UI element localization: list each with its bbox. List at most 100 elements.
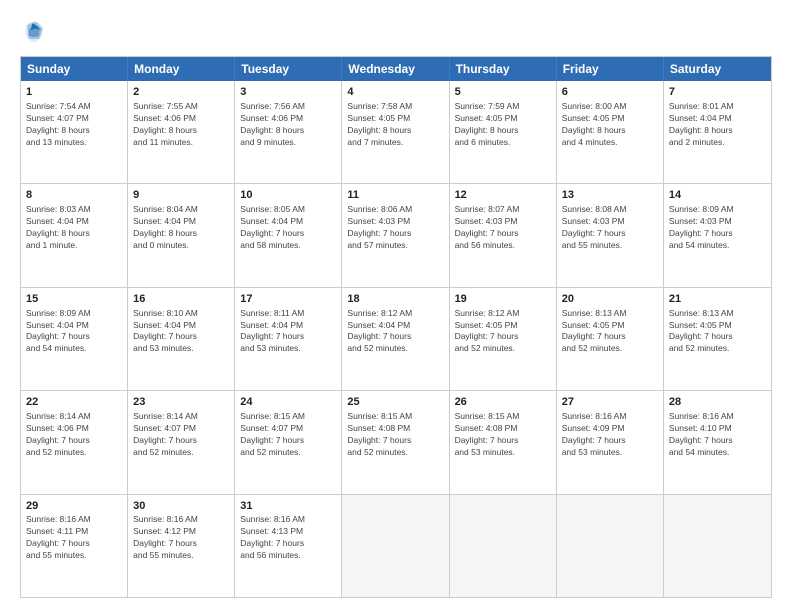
day-info-27: Sunrise: 8:16 AM Sunset: 4:09 PM Dayligh… (562, 411, 658, 459)
calendar-day-18: 18Sunrise: 8:12 AM Sunset: 4:04 PM Dayli… (342, 288, 449, 390)
day-info-21: Sunrise: 8:13 AM Sunset: 4:05 PM Dayligh… (669, 308, 766, 356)
day-info-30: Sunrise: 8:16 AM Sunset: 4:12 PM Dayligh… (133, 514, 229, 562)
day-number-23: 23 (133, 395, 229, 410)
calendar-day-empty (450, 495, 557, 597)
calendar-week-1: 1Sunrise: 7:54 AM Sunset: 4:07 PM Daylig… (21, 81, 771, 183)
day-number-15: 15 (26, 292, 122, 307)
day-info-17: Sunrise: 8:11 AM Sunset: 4:04 PM Dayligh… (240, 308, 336, 356)
day-number-1: 1 (26, 85, 122, 100)
day-info-10: Sunrise: 8:05 AM Sunset: 4:04 PM Dayligh… (240, 204, 336, 252)
calendar-day-30: 30Sunrise: 8:16 AM Sunset: 4:12 PM Dayli… (128, 495, 235, 597)
calendar-day-9: 9Sunrise: 8:04 AM Sunset: 4:04 PM Daylig… (128, 184, 235, 286)
logo-icon (20, 18, 48, 46)
day-info-3: Sunrise: 7:56 AM Sunset: 4:06 PM Dayligh… (240, 101, 336, 149)
calendar-day-13: 13Sunrise: 8:08 AM Sunset: 4:03 PM Dayli… (557, 184, 664, 286)
calendar-day-8: 8Sunrise: 8:03 AM Sunset: 4:04 PM Daylig… (21, 184, 128, 286)
day-info-25: Sunrise: 8:15 AM Sunset: 4:08 PM Dayligh… (347, 411, 443, 459)
day-number-17: 17 (240, 292, 336, 307)
day-info-22: Sunrise: 8:14 AM Sunset: 4:06 PM Dayligh… (26, 411, 122, 459)
day-info-29: Sunrise: 8:16 AM Sunset: 4:11 PM Dayligh… (26, 514, 122, 562)
calendar-day-28: 28Sunrise: 8:16 AM Sunset: 4:10 PM Dayli… (664, 391, 771, 493)
day-info-6: Sunrise: 8:00 AM Sunset: 4:05 PM Dayligh… (562, 101, 658, 149)
calendar-day-24: 24Sunrise: 8:15 AM Sunset: 4:07 PM Dayli… (235, 391, 342, 493)
header (20, 18, 772, 46)
day-number-30: 30 (133, 499, 229, 514)
calendar-day-3: 3Sunrise: 7:56 AM Sunset: 4:06 PM Daylig… (235, 81, 342, 183)
calendar-day-17: 17Sunrise: 8:11 AM Sunset: 4:04 PM Dayli… (235, 288, 342, 390)
calendar-day-empty (557, 495, 664, 597)
page: Sunday Monday Tuesday Wednesday Thursday… (0, 0, 792, 612)
day-info-15: Sunrise: 8:09 AM Sunset: 4:04 PM Dayligh… (26, 308, 122, 356)
day-number-26: 26 (455, 395, 551, 410)
day-number-19: 19 (455, 292, 551, 307)
calendar-day-1: 1Sunrise: 7:54 AM Sunset: 4:07 PM Daylig… (21, 81, 128, 183)
day-info-9: Sunrise: 8:04 AM Sunset: 4:04 PM Dayligh… (133, 204, 229, 252)
calendar-day-26: 26Sunrise: 8:15 AM Sunset: 4:08 PM Dayli… (450, 391, 557, 493)
day-info-13: Sunrise: 8:08 AM Sunset: 4:03 PM Dayligh… (562, 204, 658, 252)
calendar-day-4: 4Sunrise: 7:58 AM Sunset: 4:05 PM Daylig… (342, 81, 449, 183)
day-info-5: Sunrise: 7:59 AM Sunset: 4:05 PM Dayligh… (455, 101, 551, 149)
calendar-day-23: 23Sunrise: 8:14 AM Sunset: 4:07 PM Dayli… (128, 391, 235, 493)
calendar-week-3: 15Sunrise: 8:09 AM Sunset: 4:04 PM Dayli… (21, 287, 771, 390)
calendar-day-14: 14Sunrise: 8:09 AM Sunset: 4:03 PM Dayli… (664, 184, 771, 286)
calendar-day-11: 11Sunrise: 8:06 AM Sunset: 4:03 PM Dayli… (342, 184, 449, 286)
day-number-11: 11 (347, 188, 443, 203)
day-header-monday: Monday (128, 57, 235, 81)
day-number-8: 8 (26, 188, 122, 203)
day-info-2: Sunrise: 7:55 AM Sunset: 4:06 PM Dayligh… (133, 101, 229, 149)
day-header-wednesday: Wednesday (342, 57, 449, 81)
day-number-9: 9 (133, 188, 229, 203)
day-number-3: 3 (240, 85, 336, 100)
day-number-16: 16 (133, 292, 229, 307)
day-number-22: 22 (26, 395, 122, 410)
calendar-week-2: 8Sunrise: 8:03 AM Sunset: 4:04 PM Daylig… (21, 183, 771, 286)
day-number-12: 12 (455, 188, 551, 203)
calendar-week-5: 29Sunrise: 8:16 AM Sunset: 4:11 PM Dayli… (21, 494, 771, 597)
calendar-day-empty (342, 495, 449, 597)
day-number-7: 7 (669, 85, 766, 100)
day-info-24: Sunrise: 8:15 AM Sunset: 4:07 PM Dayligh… (240, 411, 336, 459)
day-info-20: Sunrise: 8:13 AM Sunset: 4:05 PM Dayligh… (562, 308, 658, 356)
calendar-day-5: 5Sunrise: 7:59 AM Sunset: 4:05 PM Daylig… (450, 81, 557, 183)
calendar-day-21: 21Sunrise: 8:13 AM Sunset: 4:05 PM Dayli… (664, 288, 771, 390)
calendar: Sunday Monday Tuesday Wednesday Thursday… (20, 56, 772, 598)
day-number-21: 21 (669, 292, 766, 307)
day-number-13: 13 (562, 188, 658, 203)
calendar-day-6: 6Sunrise: 8:00 AM Sunset: 4:05 PM Daylig… (557, 81, 664, 183)
calendar-day-16: 16Sunrise: 8:10 AM Sunset: 4:04 PM Dayli… (128, 288, 235, 390)
calendar-day-7: 7Sunrise: 8:01 AM Sunset: 4:04 PM Daylig… (664, 81, 771, 183)
day-info-28: Sunrise: 8:16 AM Sunset: 4:10 PM Dayligh… (669, 411, 766, 459)
day-info-31: Sunrise: 8:16 AM Sunset: 4:13 PM Dayligh… (240, 514, 336, 562)
day-info-19: Sunrise: 8:12 AM Sunset: 4:05 PM Dayligh… (455, 308, 551, 356)
day-number-14: 14 (669, 188, 766, 203)
day-info-8: Sunrise: 8:03 AM Sunset: 4:04 PM Dayligh… (26, 204, 122, 252)
day-number-28: 28 (669, 395, 766, 410)
day-number-18: 18 (347, 292, 443, 307)
day-number-24: 24 (240, 395, 336, 410)
day-info-14: Sunrise: 8:09 AM Sunset: 4:03 PM Dayligh… (669, 204, 766, 252)
calendar-week-4: 22Sunrise: 8:14 AM Sunset: 4:06 PM Dayli… (21, 390, 771, 493)
calendar-day-10: 10Sunrise: 8:05 AM Sunset: 4:04 PM Dayli… (235, 184, 342, 286)
calendar-day-empty (664, 495, 771, 597)
calendar-day-25: 25Sunrise: 8:15 AM Sunset: 4:08 PM Dayli… (342, 391, 449, 493)
day-header-tuesday: Tuesday (235, 57, 342, 81)
day-header-sunday: Sunday (21, 57, 128, 81)
day-header-friday: Friday (557, 57, 664, 81)
calendar-day-20: 20Sunrise: 8:13 AM Sunset: 4:05 PM Dayli… (557, 288, 664, 390)
day-info-12: Sunrise: 8:07 AM Sunset: 4:03 PM Dayligh… (455, 204, 551, 252)
calendar-day-12: 12Sunrise: 8:07 AM Sunset: 4:03 PM Dayli… (450, 184, 557, 286)
day-info-18: Sunrise: 8:12 AM Sunset: 4:04 PM Dayligh… (347, 308, 443, 356)
day-number-29: 29 (26, 499, 122, 514)
calendar-day-2: 2Sunrise: 7:55 AM Sunset: 4:06 PM Daylig… (128, 81, 235, 183)
day-number-31: 31 (240, 499, 336, 514)
day-header-saturday: Saturday (664, 57, 771, 81)
calendar-header: Sunday Monday Tuesday Wednesday Thursday… (21, 57, 771, 81)
day-number-10: 10 (240, 188, 336, 203)
day-number-27: 27 (562, 395, 658, 410)
day-header-thursday: Thursday (450, 57, 557, 81)
logo (20, 18, 52, 46)
day-info-26: Sunrise: 8:15 AM Sunset: 4:08 PM Dayligh… (455, 411, 551, 459)
calendar-day-19: 19Sunrise: 8:12 AM Sunset: 4:05 PM Dayli… (450, 288, 557, 390)
day-number-6: 6 (562, 85, 658, 100)
calendar-day-15: 15Sunrise: 8:09 AM Sunset: 4:04 PM Dayli… (21, 288, 128, 390)
